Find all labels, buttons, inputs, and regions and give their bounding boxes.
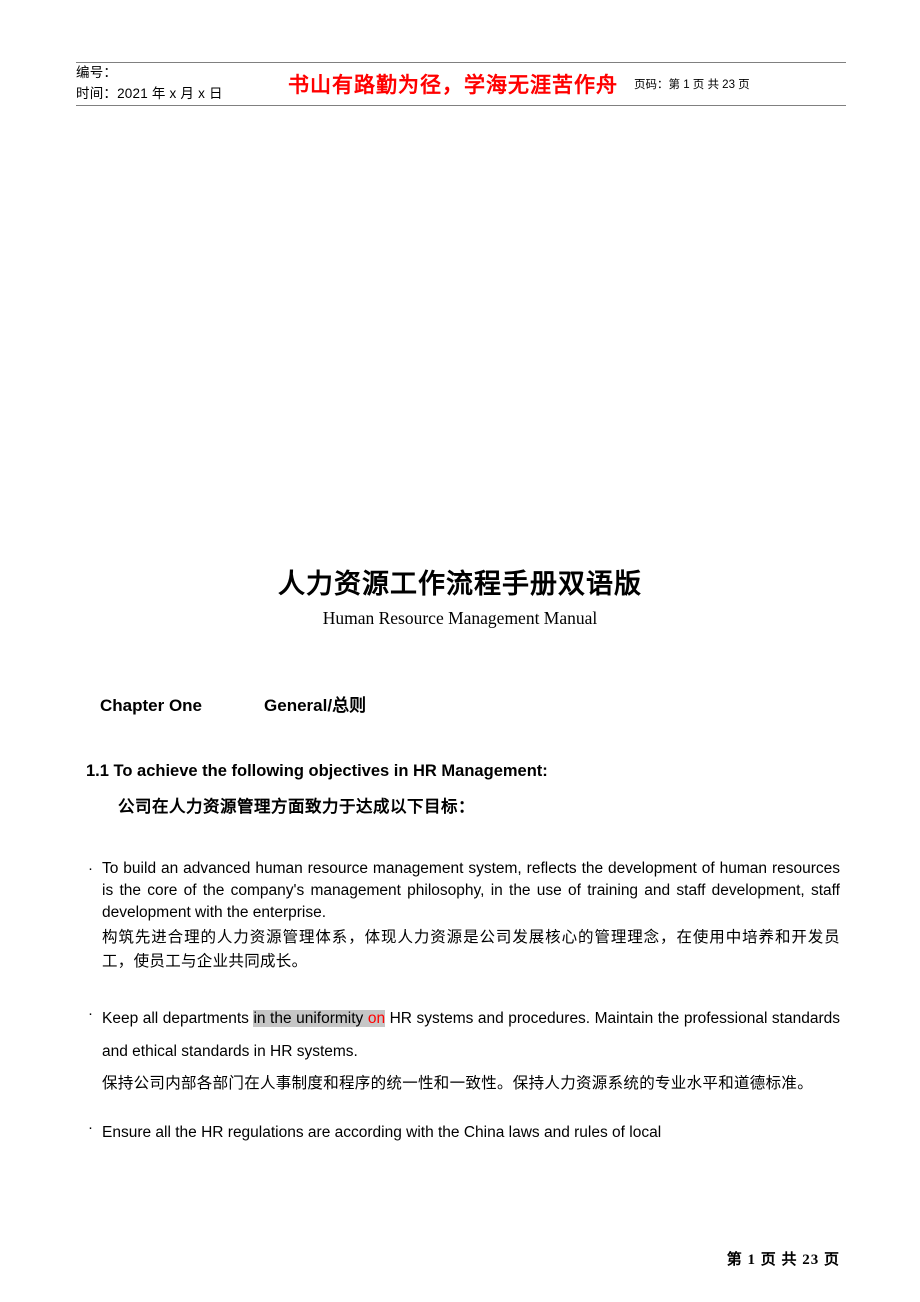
list-item: · Keep all departments in the uniformity…	[84, 1003, 840, 1099]
list-item-text-zh: 保持公司内部各部门在人事制度和程序的统一性和一致性。保持人力资源系统的专业水平和…	[102, 1075, 814, 1093]
doc-number-label: 编号：	[76, 65, 118, 80]
document-title: 人力资源工作流程手册双语版	[278, 569, 642, 599]
list-item-body: To build an advanced human resource mana…	[102, 858, 840, 975]
header-page-label: 页码：第 1 页 共 23 页	[634, 78, 750, 91]
chapter-name: General/总则	[264, 696, 367, 715]
header-cell-slogan: 书山有路勤为径，学海无涯苦作舟	[272, 63, 634, 106]
list-item-text-en: Ensure all the HR regulations are accord…	[102, 1124, 662, 1142]
list-item-body: Keep all departments in the uniformity o…	[102, 1003, 840, 1099]
list-item: · To build an advanced human resource ma…	[84, 858, 840, 975]
section-heading-zh: 公司在人力资源管理方面致力于达成以下目标：	[118, 798, 475, 816]
list-item-text-en: Keep all departments in the uniformity o…	[102, 1003, 840, 1068]
section-heading-en: 1.1 To achieve the following objectives …	[86, 762, 548, 780]
bullet-dot-icon: ·	[88, 1004, 93, 1022]
objectives-list: · To build an advanced human resource ma…	[84, 858, 840, 1150]
document-subtitle: Human Resource Management Manual	[322, 608, 598, 628]
page-footer: 第 1 页 共 23 页	[726, 1252, 840, 1268]
document-page: 编号： 时间：2021 年 x 月 x 日 书山有路勤为径，学海无涯苦作舟 页码…	[0, 0, 920, 1302]
list-item-text-zh: 构筑先进合理的人力资源管理体系，体现人力资源是公司发展核心的管理理念，在使用中培…	[102, 929, 840, 971]
chapter-number: Chapter One	[100, 696, 203, 715]
header-row: 编号： 时间：2021 年 x 月 x 日 书山有路勤为径，学海无涯苦作舟 页码…	[76, 63, 846, 106]
bullet-dot-icon: ·	[88, 860, 93, 877]
list-item: · Ensure all the HR regulations are acco…	[84, 1117, 840, 1150]
highlighted-text-red: on	[367, 1009, 386, 1027]
list-item-text-en: To build an advanced human resource mana…	[102, 860, 840, 921]
text-segment-pre: Keep all departments	[102, 1009, 254, 1027]
page-header-table: 编号： 时间：2021 年 x 月 x 日 书山有路勤为径，学海无涯苦作舟 页码…	[76, 62, 846, 106]
doc-date-label: 时间：2021 年 x 月 x 日	[76, 85, 223, 101]
highlighted-text-gray: in the uniformity	[253, 1009, 368, 1027]
chapter-heading: Chapter One General/总则	[100, 691, 366, 716]
bullet-dot-icon: ·	[88, 1119, 93, 1137]
header-cell-pagenumber: 页码：第 1 页 共 23 页	[634, 63, 846, 106]
header-slogan: 书山有路勤为径，学海无涯苦作舟	[288, 72, 618, 97]
header-cell-docinfo: 编号： 时间：2021 年 x 月 x 日	[76, 63, 272, 106]
list-item-body: Ensure all the HR regulations are accord…	[102, 1117, 840, 1150]
